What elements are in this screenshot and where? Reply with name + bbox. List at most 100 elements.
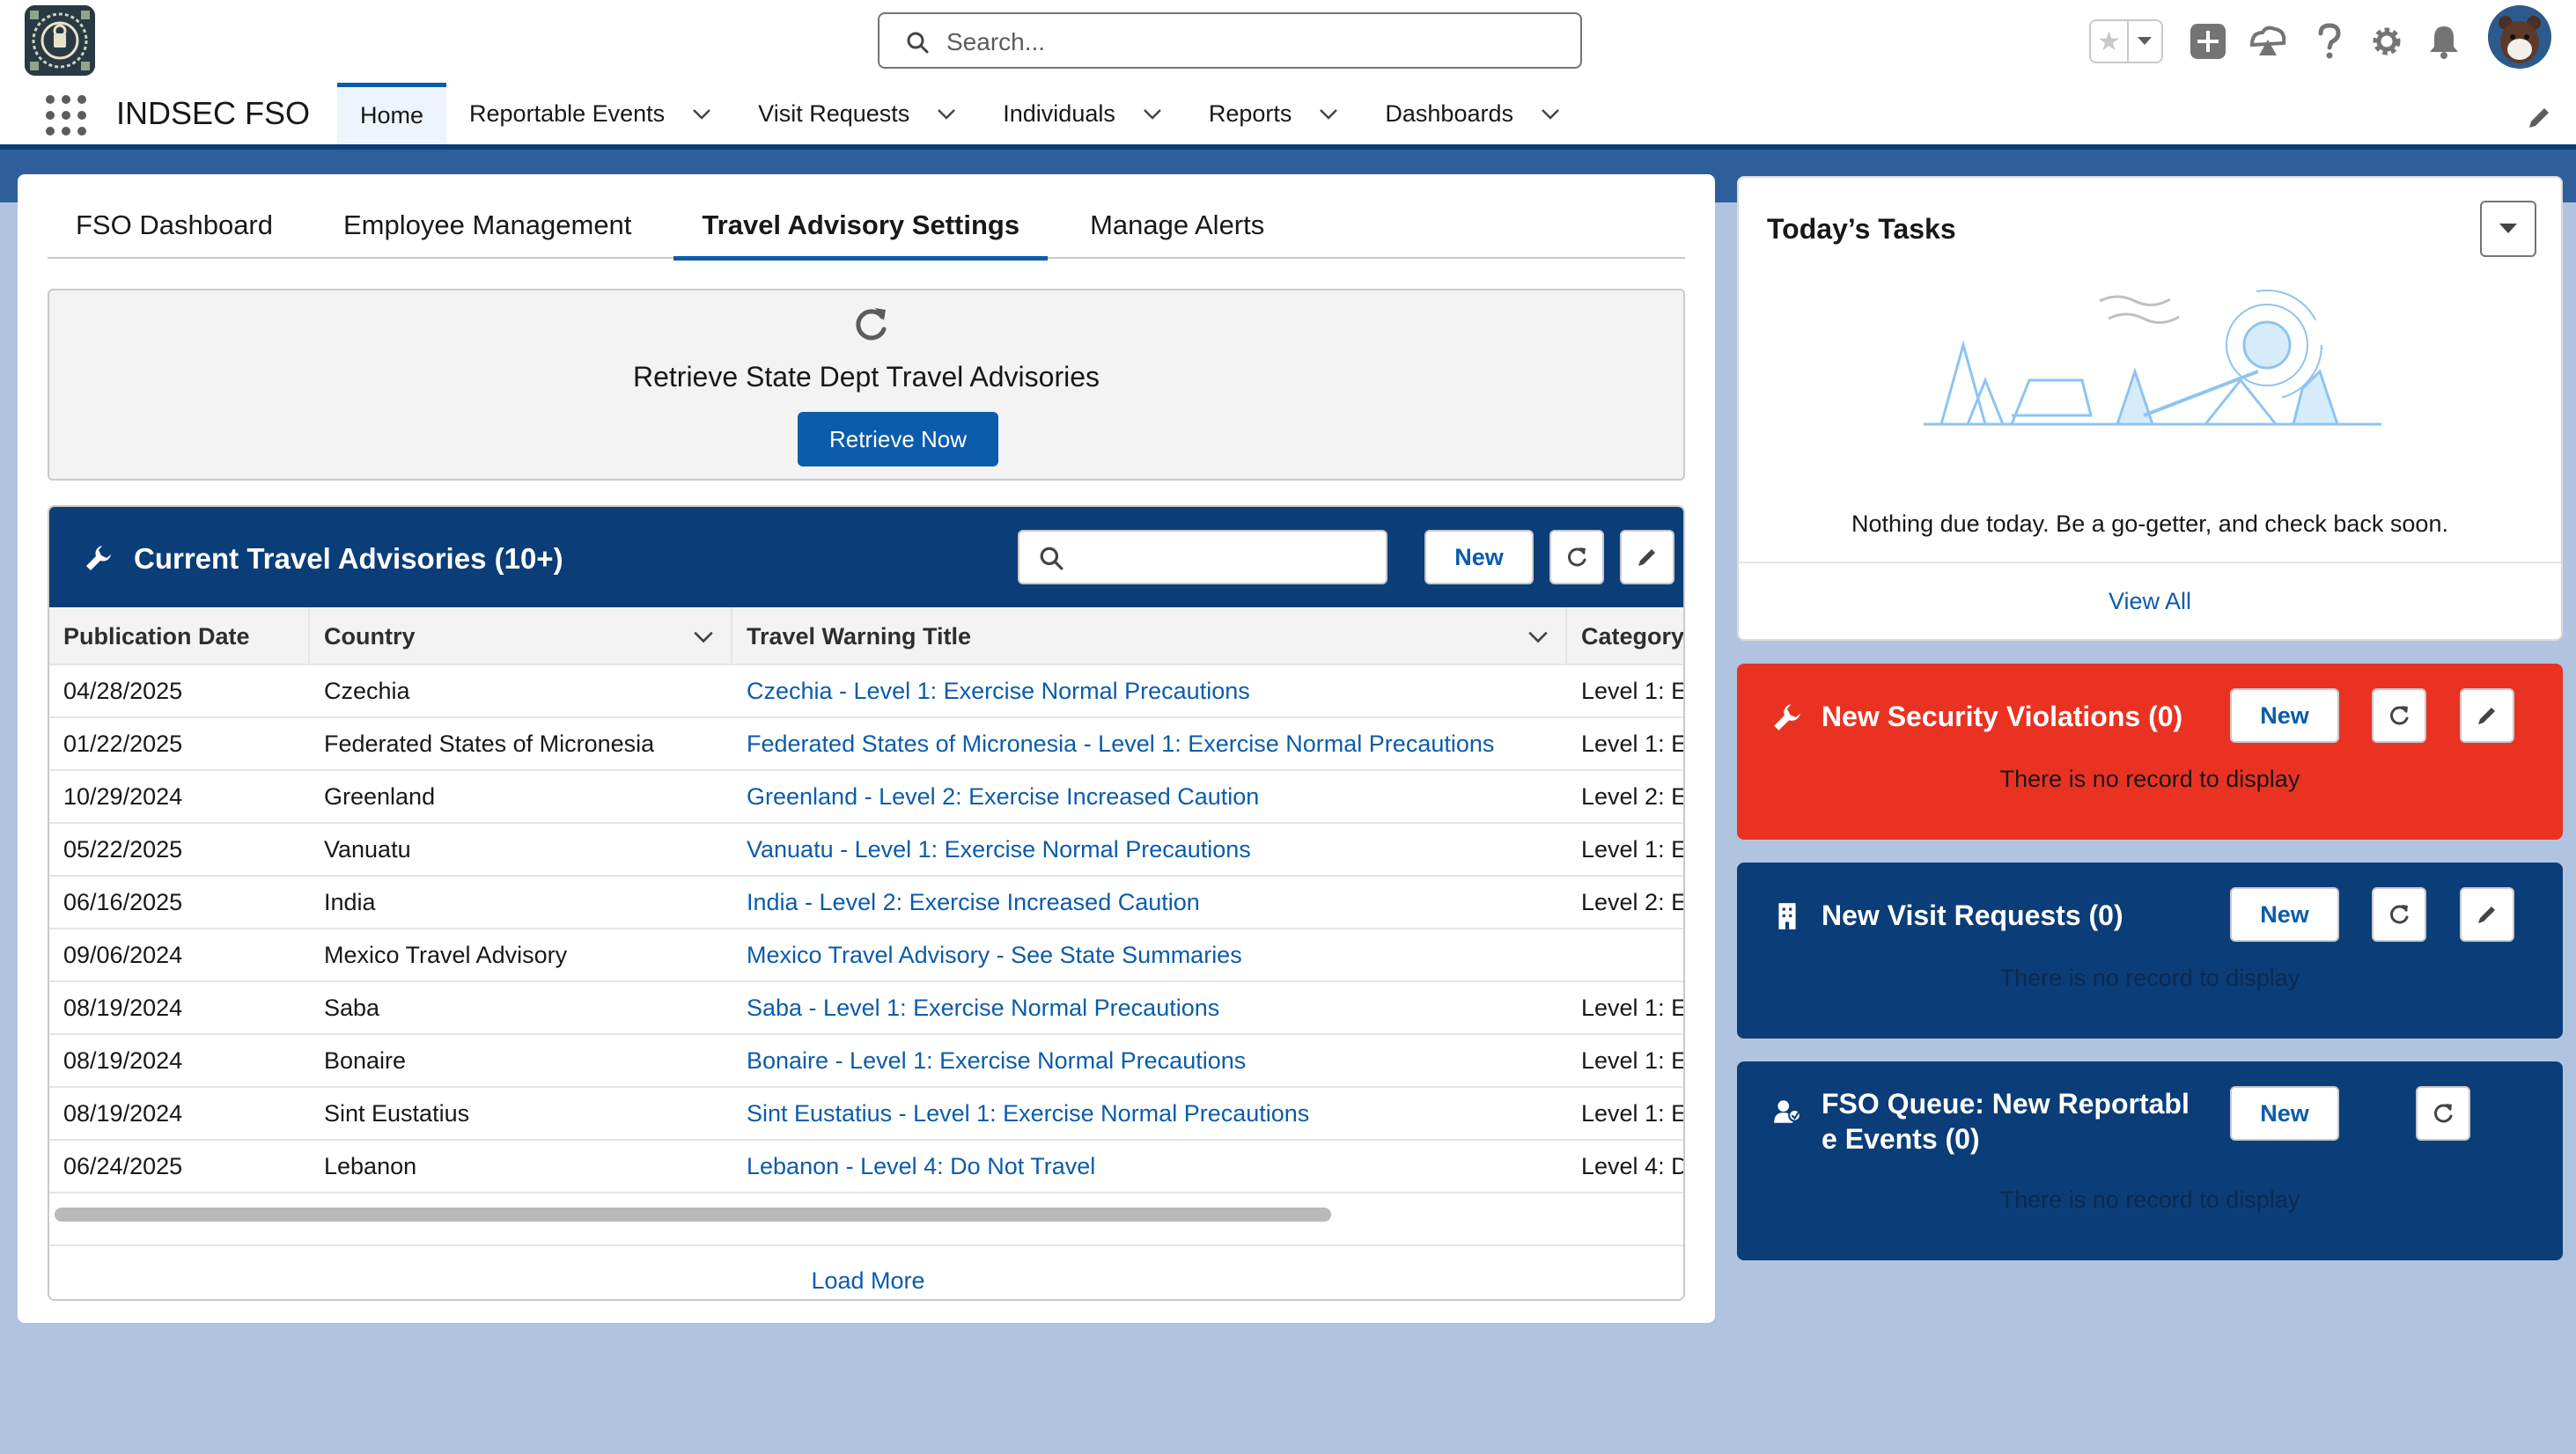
table-row[interactable]: 01/22/2025 Federated States of Micronesi… bbox=[49, 718, 1683, 771]
advisories-new-button[interactable]: New bbox=[1424, 530, 1534, 584]
nav-item-home[interactable]: Home bbox=[337, 83, 447, 144]
main-tabset-card: FSO Dashboard Employee Management Travel… bbox=[18, 174, 1715, 1323]
table-row[interactable]: 06/24/2025 Lebanon Lebanon - Level 4: Do… bbox=[49, 1141, 1685, 1193]
favorites-star-icon[interactable]: ★ bbox=[2091, 21, 2129, 62]
advisories-search-input[interactable] bbox=[1018, 530, 1387, 584]
tab-employee-management[interactable]: Employee Management bbox=[315, 192, 659, 259]
search-placeholder: Search... bbox=[946, 28, 1046, 55]
global-add-icon[interactable] bbox=[2186, 19, 2230, 63]
search-icon bbox=[1040, 547, 1064, 570]
advisories-edit-button[interactable] bbox=[1620, 530, 1674, 584]
fso-queue-card: FSO Queue: New Reportabl e Events (0) Ne… bbox=[1737, 1061, 2563, 1260]
trailhead-icon[interactable] bbox=[2246, 19, 2290, 63]
tasks-divider bbox=[1739, 562, 2561, 563]
cell-country: Mexico Travel Advisory bbox=[324, 941, 568, 968]
cell-title-link[interactable]: Bonaire - Level 1: Exercise Normal Preca… bbox=[732, 1035, 1567, 1086]
tasks-menu-button[interactable] bbox=[2480, 201, 2536, 257]
tab-travel-advisory-settings[interactable]: Travel Advisory Settings bbox=[673, 192, 1048, 261]
cell-country: Federated States of Micronesia bbox=[324, 730, 655, 757]
cell-date: 05/22/2025 bbox=[63, 835, 183, 863]
favorites-button-group[interactable]: ★ bbox=[2089, 19, 2163, 63]
cell-title-link[interactable]: Saba - Level 1: Exercise Normal Precauti… bbox=[732, 982, 1567, 1033]
visits-new-button[interactable]: New bbox=[2230, 887, 2339, 942]
tab-fso-dashboard[interactable]: FSO Dashboard bbox=[48, 192, 301, 259]
cell-title-link[interactable]: Mexico Travel Advisory - See State Summa… bbox=[732, 929, 1567, 980]
cell-title-link[interactable]: India - Level 2: Exercise Increased Caut… bbox=[732, 877, 1567, 928]
app-name: INDSEC FSO bbox=[116, 95, 311, 131]
column-header-publication-date[interactable]: Publication Date bbox=[49, 607, 310, 665]
column-header-country[interactable]: Country bbox=[310, 607, 732, 665]
cell-date: 01/22/2025 bbox=[63, 730, 183, 757]
table-row[interactable]: 10/29/2024 Greenland Greenland - Level 2… bbox=[49, 771, 1683, 824]
favorites-dropdown-button[interactable] bbox=[2129, 21, 2161, 62]
cell-country: India bbox=[324, 888, 376, 915]
chevron-down-icon[interactable] bbox=[1540, 103, 1561, 124]
global-search-input[interactable]: Search... bbox=[878, 12, 1582, 69]
violations-new-button[interactable]: New bbox=[2230, 688, 2339, 743]
table-row[interactable]: 08/19/2024 Bonaire Bonaire - Level 1: Ex… bbox=[49, 1035, 1683, 1088]
advisories-card-header: Current Travel Advisories (10+) New bbox=[49, 507, 1683, 607]
cell-date: 08/19/2024 bbox=[63, 1099, 183, 1127]
cell-category bbox=[1567, 929, 1683, 980]
advisories-refresh-button[interactable] bbox=[1549, 530, 1604, 584]
pencil-icon bbox=[1638, 549, 1655, 566]
cell-title-link[interactable]: Czechia - Level 1: Exercise Normal Preca… bbox=[732, 665, 1567, 716]
building-icon bbox=[1778, 903, 1796, 929]
wrench-icon bbox=[1774, 704, 1800, 731]
setup-gear-icon[interactable] bbox=[2365, 19, 2409, 63]
user-avatar[interactable] bbox=[2488, 5, 2551, 69]
tab-manage-alerts[interactable]: Manage Alerts bbox=[1062, 192, 1292, 259]
wrench-icon bbox=[86, 546, 111, 570]
visits-refresh-button[interactable] bbox=[2372, 887, 2426, 942]
tasks-empty-message: Nothing due today. Be a go-getter, and c… bbox=[1851, 510, 2448, 537]
nav-item-reportable-events[interactable]: Reportable Events bbox=[446, 83, 735, 144]
cell-title-link[interactable]: Federated States of Micronesia - Level 1… bbox=[732, 718, 1567, 769]
caret-down-icon bbox=[2499, 224, 2517, 233]
tasks-view-all-link[interactable]: View All bbox=[1739, 588, 2561, 615]
cell-title-link[interactable]: Lebanon - Level 4: Do Not Travel bbox=[732, 1141, 1567, 1192]
nav-item-reports[interactable]: Reports bbox=[1186, 83, 1363, 144]
org-logo-icon[interactable] bbox=[25, 5, 95, 76]
app-launcher-icon[interactable] bbox=[46, 95, 86, 136]
column-label: Publication Date bbox=[63, 622, 250, 650]
load-more-link[interactable]: Load More bbox=[49, 1245, 1683, 1297]
chevron-down-icon[interactable] bbox=[1318, 103, 1339, 124]
table-row[interactable]: 08/19/2024 Saba Saba - Level 1: Exercise… bbox=[49, 982, 1683, 1035]
cell-date: 06/16/2025 bbox=[63, 888, 183, 915]
edit-nav-pencil-icon[interactable] bbox=[2525, 104, 2553, 132]
chevron-down-icon[interactable] bbox=[1142, 103, 1163, 124]
column-header-travel-warning-title[interactable]: Travel Warning Title bbox=[732, 607, 1567, 665]
table-row[interactable]: 08/19/2024 Sint Eustatius Sint Eustatius… bbox=[49, 1088, 1683, 1141]
visits-edit-button[interactable] bbox=[2460, 887, 2514, 942]
nav-item-dashboards[interactable]: Dashboards bbox=[1362, 83, 1584, 144]
cell-title-link[interactable]: Sint Eustatius - Level 1: Exercise Norma… bbox=[732, 1088, 1567, 1139]
table-row[interactable]: 06/16/2025 India India - Level 2: Exerci… bbox=[49, 877, 1683, 929]
cell-title-link[interactable]: Vanuatu - Level 1: Exercise Normal Preca… bbox=[732, 824, 1567, 875]
cell-title-link[interactable]: Greenland - Level 2: Exercise Increased … bbox=[732, 771, 1567, 822]
notifications-bell-icon[interactable] bbox=[2422, 19, 2466, 63]
violations-edit-button[interactable] bbox=[2460, 688, 2514, 743]
refresh-icon bbox=[2390, 905, 2409, 924]
chevron-down-icon[interactable] bbox=[692, 625, 715, 648]
table-row[interactable]: 04/28/2025 Czechia Czechia - Level 1: Ex… bbox=[49, 665, 1683, 718]
queue-title-line-2: e Events (0) bbox=[1822, 1123, 1980, 1155]
help-icon[interactable] bbox=[2307, 19, 2352, 63]
todays-tasks-card: Today’s Tasks Nothing due today. Be a go… bbox=[1737, 176, 2563, 641]
table-row[interactable]: 09/06/2024 Mexico Travel Advisory Mexico… bbox=[49, 929, 1683, 982]
retrieve-now-button[interactable]: Retrieve Now bbox=[798, 412, 998, 466]
chevron-down-icon[interactable] bbox=[691, 103, 712, 124]
cell-date: 09/06/2024 bbox=[63, 941, 183, 968]
queue-refresh-button[interactable] bbox=[2416, 1086, 2470, 1141]
column-header-category[interactable]: Category bbox=[1567, 607, 1683, 665]
horizontal-scrollbar[interactable] bbox=[55, 1208, 1331, 1222]
cell-category: Level 1: Ex bbox=[1581, 1099, 1683, 1127]
chevron-down-icon[interactable] bbox=[1527, 625, 1549, 648]
cell-category: Level 4: D bbox=[1581, 1152, 1685, 1179]
column-label: Country bbox=[324, 622, 416, 650]
nav-item-individuals[interactable]: Individuals bbox=[980, 83, 1186, 144]
violations-refresh-button[interactable] bbox=[2372, 688, 2426, 743]
queue-new-button[interactable]: New bbox=[2230, 1086, 2339, 1141]
table-row[interactable]: 05/22/2025 Vanuatu Vanuatu - Level 1: Ex… bbox=[49, 824, 1683, 877]
chevron-down-icon[interactable] bbox=[936, 103, 957, 124]
nav-item-visit-requests[interactable]: Visit Requests bbox=[735, 83, 980, 144]
